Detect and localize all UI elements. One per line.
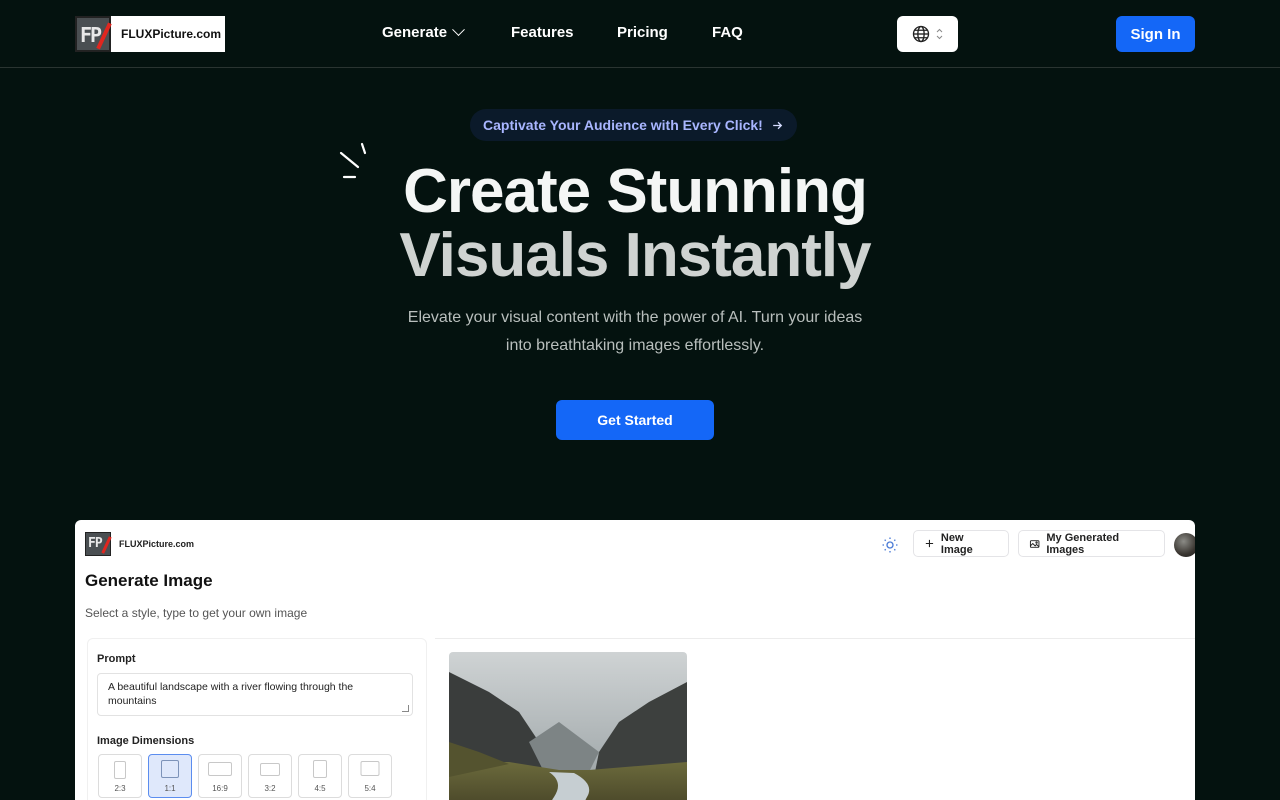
hero-subtitle: Elevate your visual content with the pow… [385, 304, 885, 360]
my-generated-images-button[interactable]: My Generated Images [1018, 530, 1165, 557]
announcement-pill[interactable]: Captivate Your Audience with Every Click… [470, 109, 797, 141]
preview-page-subtitle: Select a style, type to get your own ima… [85, 606, 308, 620]
site-logo[interactable]: FP FLUXPicture.com [75, 16, 225, 52]
dimension-option[interactable]: 3:2 [248, 754, 292, 798]
logo-text: FLUXPicture.com [121, 27, 222, 41]
hero-subtitle-line1: Elevate your visual content with the pow… [407, 309, 863, 326]
new-image-button[interactable]: New Image [913, 530, 1009, 557]
nav-generate-label: Generate [382, 24, 448, 41]
dimension-label: 1:1 [164, 784, 176, 793]
hero-title-line2: Visuals Instantly [399, 221, 871, 290]
dimension-label: 4:5 [314, 784, 326, 793]
dimension-label: 2:3 [114, 784, 126, 793]
globe-icon [912, 25, 930, 43]
language-selector[interactable] [897, 16, 958, 52]
prompt-label: Prompt [97, 653, 136, 665]
dimension-option[interactable]: 2:3 [98, 754, 142, 798]
prompt-textarea[interactable]: A beautiful landscape with a river flowi… [97, 673, 413, 716]
user-avatar[interactable] [1174, 533, 1195, 557]
dimensions-label: Image Dimensions [97, 735, 195, 747]
dimension-option[interactable]: 4:5 [298, 754, 342, 798]
landscape-shape-icon [360, 761, 380, 776]
sun-icon [882, 537, 898, 553]
resize-grip-icon[interactable] [402, 705, 409, 712]
updown-icon [936, 28, 943, 40]
dimension-option[interactable]: 5:4 [348, 754, 392, 798]
sign-in-button[interactable]: Sign In [1116, 16, 1195, 52]
hero-subtitle-line2: into breathtaking images effortlessly. [505, 337, 765, 354]
portrait-shape-icon [313, 760, 327, 778]
nav-features[interactable]: Features [511, 24, 574, 41]
new-image-label: New Image [940, 531, 973, 556]
prompt-text: A beautiful landscape with a river flowi… [108, 681, 354, 707]
preview-logo-slash [101, 536, 112, 554]
arrow-right-icon [772, 121, 783, 129]
dimension-label: 16:9 [212, 784, 228, 793]
plus-icon [925, 539, 934, 548]
dimension-label: 3:2 [264, 784, 276, 793]
landscape-shape-icon [260, 763, 280, 776]
images-icon [1029, 539, 1040, 548]
preview-logo: FP FLUXPicture.com [85, 532, 194, 556]
preview-logo-mark-text: FP [88, 536, 103, 551]
preview-logo-mark: FP [85, 532, 112, 556]
dimension-option-selected[interactable]: 1:1 [148, 754, 192, 798]
nav-pricing[interactable]: Pricing [617, 24, 668, 41]
chevron-down-icon [452, 23, 465, 37]
generated-image[interactable] [449, 652, 687, 800]
nav-generate[interactable]: Generate [382, 23, 465, 41]
wide-shape-icon [208, 762, 232, 776]
portrait-shape-icon [114, 761, 126, 779]
dimension-label: 5:4 [364, 784, 376, 793]
my-generated-images-label: My Generated Images [1046, 531, 1120, 556]
app-preview: FP FLUXPicture.com New Image My Generate… [75, 520, 1195, 800]
hero-title-line1: Create Stunning [403, 157, 868, 226]
announcement-pill-text: Captivate Your Audience with Every Click… [483, 117, 763, 133]
preview-page-title: Generate Image [85, 571, 213, 590]
dimension-option[interactable]: 16:9 [198, 754, 242, 798]
preview-divider [435, 638, 1195, 639]
logo-mark: FP [75, 16, 112, 52]
square-shape-icon [161, 760, 179, 778]
dimension-options: 2:3 1:1 16:9 3:2 4:5 5:4 [98, 754, 392, 798]
site-header: FP FLUXPicture.com Generate Features Pri… [0, 0, 1280, 68]
preview-logo-text: FLUXPicture.com [119, 539, 195, 549]
get-started-button[interactable]: Get Started [556, 400, 714, 440]
nav-faq[interactable]: FAQ [712, 24, 743, 41]
